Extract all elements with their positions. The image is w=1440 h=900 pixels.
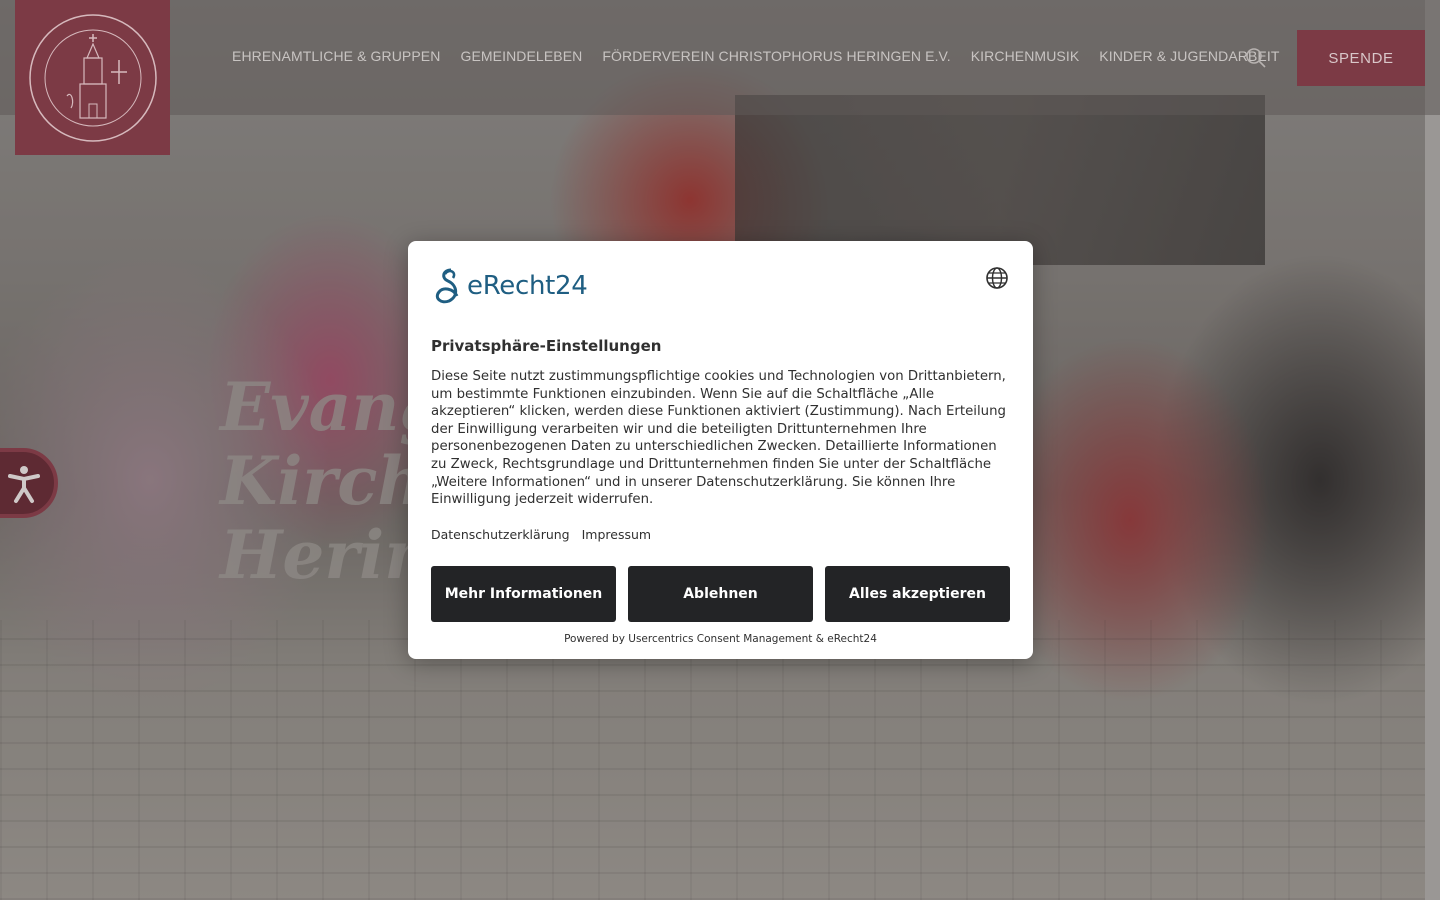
accessibility-icon [8,466,40,503]
consent-heading: Privatsphäre-Einstellungen [431,337,662,355]
privacy-policy-link[interactable]: Datenschutzerklärung [431,527,570,542]
brand-name: eRecht24 [467,271,588,301]
deny-button[interactable]: Ablehnen [628,566,813,622]
powered-by: Powered by Usercentrics Consent Manageme… [564,633,877,645]
nav-item-ehrenamtliche[interactable]: EHRENAMTLICHE & GRUPPEN [232,48,440,64]
consent-links: Datenschutzerklärung Impressum [431,527,651,542]
main-nav: EHRENAMTLICHE & GRUPPEN GEMEINDELEBEN FÖ… [222,48,1290,64]
accept-all-button[interactable]: Alles akzeptieren [825,566,1010,622]
donate-button[interactable]: SPENDE [1297,30,1425,86]
consent-dialog: eRecht24 Privatsphäre-Einstellungen Dies… [408,241,1033,659]
nav-item-kirchenmusik[interactable]: KIRCHENMUSIK [971,48,1080,64]
site-header: EHRENAMTLICHE & GRUPPEN GEMEINDELEBEN FÖ… [0,0,1440,115]
nav-item-foerderverein[interactable]: FÖRDERVEREIN CHRISTOPHORUS HERINGEN E.V. [602,48,950,64]
erecht24-symbol-icon [435,268,459,304]
consent-buttons: Mehr Informationen Ablehnen Alles akzept… [431,566,1010,622]
consent-body: Diese Seite nutzt zustimmungspflichtige … [431,369,1006,508]
more-info-button[interactable]: Mehr Informationen [431,566,616,622]
search-icon[interactable] [1244,46,1268,70]
nav-item-gemeindeleben[interactable]: GEMEINDELEBEN [460,48,582,64]
erecht24-logo: eRecht24 [431,266,588,306]
site-logo[interactable] [15,0,170,155]
church-seal-icon [28,13,157,142]
imprint-link[interactable]: Impressum [582,527,651,542]
globe-icon[interactable] [985,266,1009,290]
